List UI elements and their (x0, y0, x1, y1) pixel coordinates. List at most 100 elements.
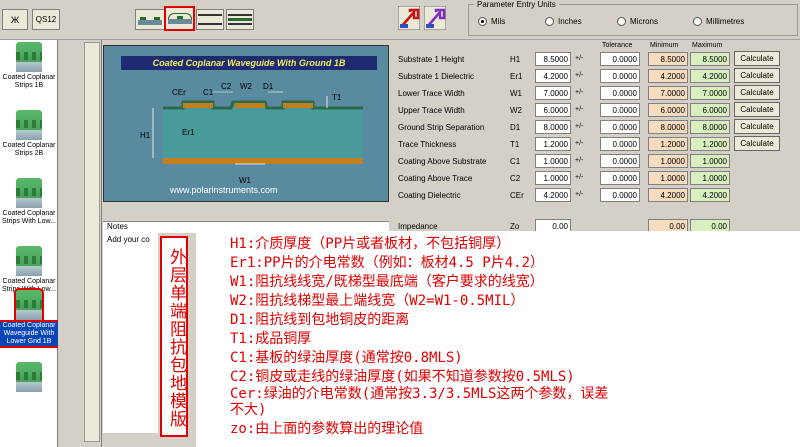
annotation-line: Er1:PP片的介电常数（例如：板材4.5 P片4.2） (230, 255, 545, 271)
minimum-field[interactable]: 6.0000 (648, 103, 688, 117)
structure-list-item-label: Coated Coplanar Strips 1B (2, 74, 56, 89)
calculate-reverse-icon[interactable] (424, 6, 446, 30)
tolerance-field[interactable]: 0.0000 (600, 188, 640, 202)
maximum-field[interactable]: 8.5000 (690, 52, 730, 66)
parameter-symbol: W2 (510, 106, 522, 115)
structure-list-item[interactable]: Coated Coplanar Strips 1B (0, 42, 58, 90)
calculate-button[interactable]: Calculate (734, 102, 780, 117)
tolerance-field[interactable]: 0.0000 (600, 120, 640, 134)
tolerance-field[interactable]: 0.0000 (600, 69, 640, 83)
plus-minus-label: +/- (575, 72, 584, 79)
parameter-label: Lower Trace Width (398, 89, 465, 98)
tolerance-field[interactable]: 0.0000 (600, 171, 640, 185)
structure-button-2[interactable]: QS12 (32, 9, 60, 30)
radio-dot-icon (693, 17, 702, 26)
diagram-url: www.polarinstruments.com (170, 185, 278, 195)
tolerance-field[interactable]: 0.0000 (600, 154, 640, 168)
radio-microns-label: Microns (630, 17, 659, 26)
annotation-line: Cer:绿油的介电常数(通常按3.3/3.5MLS这两个参数，误差 (230, 386, 609, 402)
tolerance-field[interactable]: 0.0000 (600, 86, 640, 100)
minimum-header: Minimum (650, 42, 679, 49)
minimum-field[interactable]: 1.0000 (648, 154, 688, 168)
radio-dot-icon (478, 17, 487, 26)
structure-list-item[interactable]: Coated Coplanar Strips 2B (0, 110, 58, 158)
structure-list: Coated Coplanar Strips 1B Coated Coplana… (0, 40, 60, 447)
calculate-button[interactable]: Calculate (734, 85, 780, 100)
parameter-value-field[interactable]: 4.2000 (535, 69, 571, 83)
stripline-coplanar-button[interactable] (226, 9, 254, 30)
parameter-value-field[interactable]: 7.0000 (535, 86, 571, 100)
radio-millimetres[interactable]: Millimetres (693, 17, 744, 26)
coated-coplanar-button[interactable] (164, 6, 195, 31)
calculate-button[interactable]: Calculate (734, 68, 780, 83)
radio-microns[interactable]: Microns (617, 17, 658, 26)
radio-inches[interactable]: Inches (545, 17, 582, 26)
parameter-value-field[interactable]: 4.2000 (535, 188, 571, 202)
template-vertical-label: 外层单端阻抗包地模版 (160, 236, 188, 437)
annotation-line: D1:阻抗线到包地铜皮的距离 (230, 312, 410, 328)
minimum-field[interactable]: 7.0000 (648, 86, 688, 100)
notes-textarea[interactable]: Add your co (103, 233, 158, 433)
annotation-line: C1:基板的绿油厚度(通常按0.8MLS) (230, 350, 463, 366)
parameter-row: Coating Above Substrate C1 1.0000 +/- 0.0000… (392, 153, 800, 170)
label-cer: CEr (172, 88, 186, 97)
tolerance-field[interactable]: 0.0000 (600, 103, 640, 117)
minimum-field[interactable]: 8.5000 (648, 52, 688, 66)
maximum-field[interactable]: 7.0000 (690, 86, 730, 100)
parameter-row: Coating Above Trace C2 1.0000 +/- 0.0000 1.00… (392, 170, 800, 187)
maximum-field[interactable]: 1.0000 (690, 171, 730, 185)
coplanar-strip-button[interactable] (135, 9, 165, 30)
annotation-line: zo:由上面的参数算出的理论值 (230, 421, 424, 437)
structure-list-item-label: Coated Coplanar Strips 2B (2, 142, 56, 157)
impedance-symbol: Zo (510, 222, 520, 231)
structure-button-2-label: QS12 (35, 15, 57, 24)
minimum-field[interactable]: 4.2000 (648, 69, 688, 83)
coplanar-strip-icon (138, 14, 162, 25)
minimum-field[interactable]: 1.2000 (648, 137, 688, 151)
maximum-field[interactable]: 8.0000 (690, 120, 730, 134)
structure-list-item-selected[interactable]: Coated Coplanar Waveguide With Lower Gnd… (0, 288, 60, 348)
minimum-field[interactable]: 8.0000 (648, 120, 688, 134)
parameter-symbol: D1 (510, 123, 521, 132)
parameter-symbol: T1 (510, 140, 520, 149)
calculate-forward-icon[interactable] (398, 6, 420, 30)
maximum-field[interactable]: 1.0000 (690, 154, 730, 168)
parameter-row: Lower Trace Width W1 7.0000 +/- 0.0000 7.0000… (392, 85, 800, 102)
tolerance-field[interactable]: 0.0000 (600, 52, 640, 66)
parameter-value-field[interactable]: 8.0000 (535, 120, 571, 134)
parameter-value-field[interactable]: 1.0000 (535, 171, 571, 185)
calculate-button[interactable]: Calculate (734, 51, 780, 66)
plus-minus-label: +/- (575, 157, 584, 164)
parameter-row: Upper Trace Width W2 6.0000 +/- 0.0000 6.0000… (392, 102, 800, 119)
parameter-value-field[interactable]: 8.5000 (535, 52, 571, 66)
parameter-value-field[interactable]: 1.0000 (535, 154, 571, 168)
embedded-coplanar-button[interactable] (196, 9, 224, 30)
calculate-button[interactable]: Calculate (734, 119, 780, 134)
parameter-label: Coating Above Trace (398, 174, 473, 183)
maximum-field[interactable]: 6.0000 (690, 103, 730, 117)
label-t1: T1 (332, 93, 342, 102)
plus-minus-label: +/- (575, 123, 584, 130)
minimum-field[interactable]: 1.0000 (648, 171, 688, 185)
structure-list-item[interactable]: Coated Coplanar Strips With Low... (0, 178, 58, 226)
parameter-value-field[interactable]: 1.2000 (535, 137, 571, 151)
calculate-button[interactable]: Calculate (734, 136, 780, 151)
radio-mils[interactable]: Mils (478, 17, 505, 26)
structure-list-item[interactable] (0, 362, 58, 394)
maximum-field[interactable]: 1.2000 (690, 137, 730, 151)
parameter-value-field[interactable]: 6.0000 (535, 103, 571, 117)
units-legend: Parameter Entry Units (474, 0, 559, 9)
maximum-field[interactable]: 4.2000 (690, 188, 730, 202)
impedance-label: Impedance (398, 222, 438, 231)
coated-coplanar-icon (167, 13, 192, 24)
parameter-label: Trace Thickness (398, 140, 457, 149)
tolerance-field[interactable]: 0.0000 (600, 137, 640, 151)
structure-list-item[interactable]: Coated Coplanar Strips With Low... (0, 246, 58, 294)
parameter-label: Upper Trace Width (398, 106, 465, 115)
tolerance-header: Tolerance (602, 42, 633, 49)
maximum-field[interactable]: 4.2000 (690, 69, 730, 83)
minimum-field[interactable]: 4.2000 (648, 188, 688, 202)
coated-coplanar-strips-icon (16, 246, 42, 276)
structure-button-1[interactable]: Ж (2, 9, 28, 30)
sidebar-scrollbar[interactable] (84, 42, 100, 442)
